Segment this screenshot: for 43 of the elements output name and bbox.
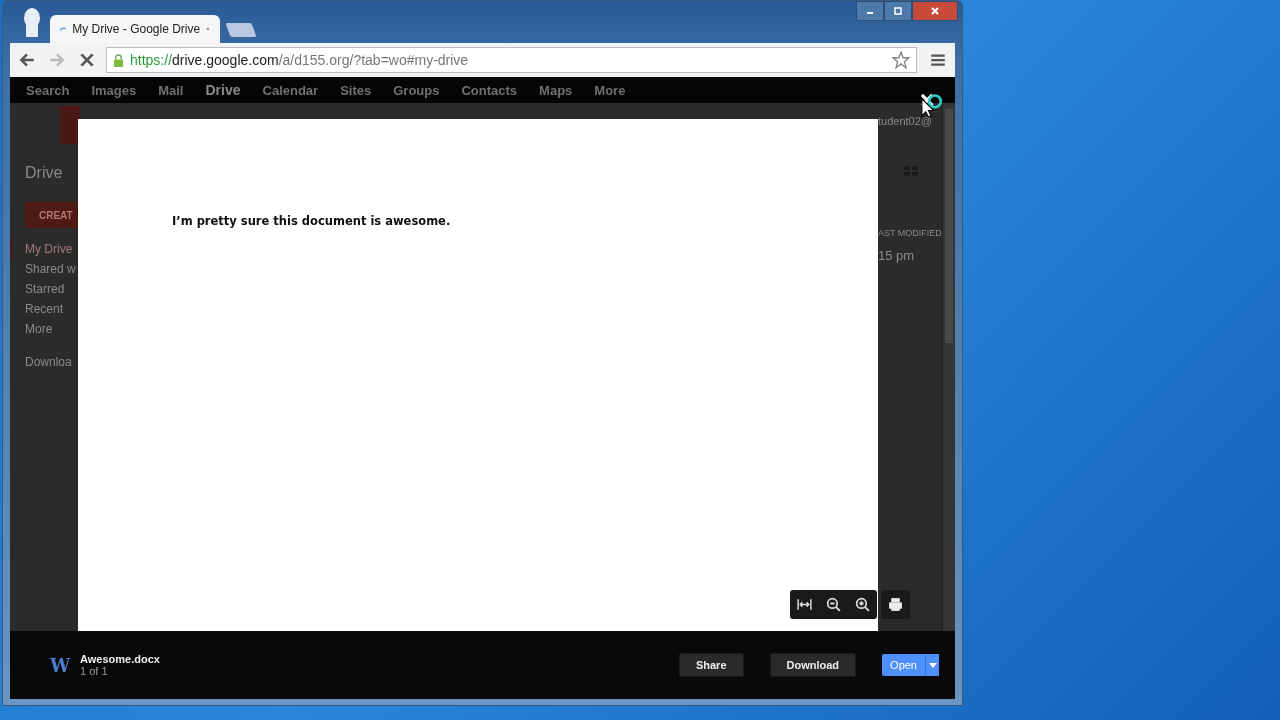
close-icon [930, 6, 940, 16]
file-position: 1 of 1 [80, 665, 109, 677]
nav-link[interactable]: More [594, 82, 626, 98]
maximize-button[interactable] [884, 1, 912, 21]
scrollbar[interactable] [942, 103, 955, 631]
create-button[interactable]: CREAT [25, 202, 78, 228]
nav-link[interactable]: Search [26, 82, 70, 98]
nav-link[interactable]: Maps [539, 82, 573, 98]
sidebar-item[interactable]: More [10, 319, 78, 339]
open-button[interactable]: Open [882, 654, 925, 676]
nav-link[interactable]: Sites [340, 82, 372, 98]
new-tab-button[interactable] [225, 23, 257, 37]
maximize-icon [893, 6, 903, 16]
lock-icon [113, 53, 124, 67]
sidebar-item[interactable]: Shared w [10, 259, 78, 279]
close-window-button[interactable] [912, 1, 958, 21]
nav-link[interactable]: Contacts [461, 82, 518, 98]
nav-link[interactable]: Images [91, 82, 137, 98]
account-email: tudent02@ [878, 115, 932, 127]
address-bar[interactable]: https://drive.google.com/a/d155.org/?tab=wo#my-drive [106, 47, 917, 73]
nav-link[interactable]: Drive [205, 82, 241, 98]
star-icon[interactable] [892, 51, 910, 69]
document-text: I’m pretty sure this document is awesome. [172, 214, 451, 228]
open-menu-button[interactable] [925, 654, 939, 676]
nav-link[interactable]: Groups [393, 82, 440, 98]
footer-button[interactable]: Download [769, 653, 857, 677]
minimize-button[interactable] [856, 1, 884, 21]
sidebar-link[interactable]: Downloa [10, 352, 78, 372]
browser-tab[interactable]: My Drive - Google Drive [50, 15, 220, 43]
logo-icon [60, 106, 80, 144]
url-text: https://drive.google.com/a/d155.org/?tab=wo#my-drive [130, 52, 470, 68]
table-cell: 15 pm [878, 248, 915, 263]
column-header: AST MODIFIED [878, 228, 942, 238]
nav-link[interactable]: Mail [158, 82, 184, 98]
sidebar-item[interactable]: Starred [10, 279, 78, 299]
close-icon[interactable] [918, 91, 944, 117]
footer-button[interactable]: Share [678, 653, 744, 677]
sidebar-item[interactable]: Recent [10, 299, 78, 319]
nav-link[interactable]: Calendar [262, 82, 319, 98]
caret-icon [928, 662, 937, 668]
file-name: Awesome.docx [80, 653, 160, 665]
app-title: Drive [25, 164, 64, 182]
print-icon[interactable] [881, 590, 910, 619]
